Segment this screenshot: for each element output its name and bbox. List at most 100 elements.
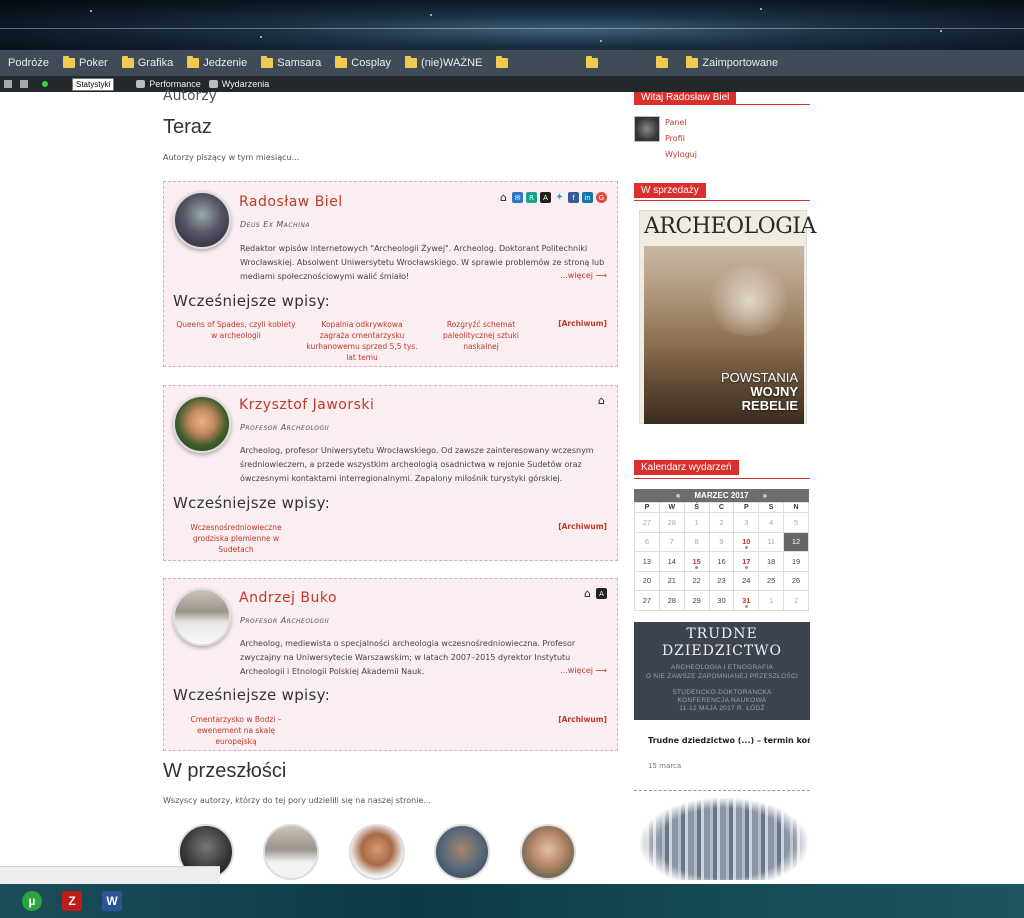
folder-icon	[261, 56, 274, 68]
bookmark-samsara[interactable]: Samsara	[261, 56, 321, 69]
calendar-day: 28	[658, 512, 685, 533]
events-button[interactable]: Wydarzenia	[208, 79, 269, 89]
calendar-widget-title: Kalendarz wydarzeń	[634, 460, 739, 475]
calendar-day: 6	[634, 531, 660, 552]
calendar-day: 13	[634, 551, 660, 572]
magazine-image: POWSTANIA WOJNY REBELIE	[644, 246, 804, 424]
calendar-day: 24	[733, 570, 760, 591]
past-author-avatar[interactable]	[349, 824, 405, 880]
post-link[interactable]: Rozgryźć schemat paleolitycznej sztuki n…	[426, 319, 536, 352]
researchgate-icon[interactable]: R	[526, 192, 537, 203]
conference-banner[interactable]: TRUDNE DZIEDZICTWO ARCHEOLOGIA I ETNOGRAF…	[634, 622, 810, 720]
facebook-icon[interactable]: f	[568, 192, 579, 203]
twitter-icon[interactable]: ✦	[554, 192, 565, 203]
horizontal-scrollbar[interactable]	[0, 866, 220, 884]
home-icon[interactable]: ⌂	[498, 191, 509, 204]
calendar-day-header: Ś	[683, 502, 710, 513]
calendar-day[interactable]: 10	[733, 531, 760, 552]
calendar-day-header: P	[733, 502, 760, 513]
event-title-link[interactable]: Trudne dziedzictwo (...) – termin końcow…	[648, 736, 810, 745]
banner-title: TRUDNE DZIEDZICTWO	[661, 626, 783, 659]
bookmark-label: Poker	[78, 57, 108, 69]
post-link[interactable]: Queens of Spades, czyli kobiety w archeo…	[176, 319, 296, 341]
bookmark-hidden-1[interactable]	[496, 56, 512, 68]
bookmark-hidden-2[interactable]	[586, 56, 602, 68]
home-icon[interactable]: ⌂	[582, 587, 593, 600]
past-author-avatar[interactable]	[520, 824, 576, 880]
post-link[interactable]: Wczesnośredniowieczne grodziska plemienn…	[176, 522, 296, 555]
panel-link[interactable]: Panel	[665, 118, 687, 127]
filezilla-icon[interactable]: Z	[62, 891, 82, 911]
profile-link[interactable]: Profil	[665, 134, 685, 143]
calendar-day[interactable]: 17	[733, 551, 760, 572]
sculpture-image[interactable]	[640, 798, 808, 880]
bookmark-zaimportowane[interactable]: Zaimportowane	[686, 56, 778, 69]
banner-text: KONFERENCJA NAUKOWA	[677, 697, 767, 704]
bookmark-podroze[interactable]: Podróże	[0, 57, 49, 69]
avatar[interactable]	[173, 395, 231, 453]
social-icons: ⌂ A	[582, 587, 607, 600]
calendar-icon	[208, 80, 218, 88]
post-link[interactable]: Cmentarzysko w Bodzi – ewenement na skal…	[176, 714, 296, 747]
word-icon[interactable]: W	[102, 891, 122, 911]
calendar-day: 2	[783, 590, 809, 611]
user-avatar[interactable]	[634, 116, 660, 142]
more-link[interactable]: ...więcej ⟶	[560, 271, 607, 280]
desktop-wallpaper	[0, 0, 1024, 50]
calendar-day[interactable]: 15	[683, 551, 710, 572]
folder-icon	[62, 56, 75, 68]
magazine-cover[interactable]: ARCHEOLOGIA POWSTANIA WOJNY REBELIE	[639, 210, 816, 424]
home-icon[interactable]: ⌂	[596, 394, 607, 407]
author-card: Andrzej Buko Profesor Archeologii ⌂ A Ar…	[163, 578, 618, 751]
utorrent-icon[interactable]: µ	[22, 891, 42, 911]
bookmark-cosplay[interactable]: Cosplay	[335, 56, 391, 69]
googleplus-icon[interactable]: G	[596, 192, 607, 203]
logout-link[interactable]: Wyloguj	[665, 150, 697, 159]
past-author-avatar[interactable]	[434, 824, 490, 880]
bookmark-label: Jedzenie	[203, 57, 248, 69]
calendar-day: 9	[708, 531, 735, 552]
calendar-day: 16	[708, 551, 735, 572]
academia-icon[interactable]: A	[596, 588, 607, 599]
bookmark-grafika[interactable]: Grafika	[121, 56, 173, 69]
calendar-day: 14	[658, 551, 685, 572]
avatar[interactable]	[173, 588, 231, 646]
events-calendar: « MARZEC 2017 » PWŚCPSN 27 28 1 2 3 4 5 6 7 8 9 10 1…	[634, 489, 809, 611]
avatar[interactable]	[173, 191, 231, 249]
folder-icon	[335, 56, 348, 68]
bookmark-hidden-3[interactable]	[656, 56, 672, 68]
folder-icon	[656, 56, 669, 68]
archive-link[interactable]: [Archiwum]	[558, 715, 607, 724]
author-role: Profesor Archeologii	[240, 616, 330, 625]
performance-icon	[136, 80, 146, 88]
bookmark-jedzenie[interactable]: Jedzenie	[187, 56, 248, 69]
bookmark-niewazne[interactable]: (nie)WAŻNE	[405, 56, 482, 69]
mail-icon[interactable]: ✉	[512, 192, 523, 203]
archive-link[interactable]: [Archiwum]	[558, 522, 607, 531]
shield-icon[interactable]	[20, 80, 28, 88]
author-name[interactable]: Krzysztof Jaworski	[239, 397, 374, 413]
calendar-day: 4	[758, 512, 785, 533]
magazine-line: WOJNY	[750, 384, 798, 399]
stats-button[interactable]: Statystyki	[72, 77, 115, 91]
archive-link[interactable]: [Archiwum]	[558, 319, 607, 328]
calendar-day[interactable]: 31	[733, 590, 760, 611]
calendar-day: 21	[658, 570, 685, 591]
bookmark-poker[interactable]: Poker	[62, 56, 108, 69]
calendar-day: 27	[634, 512, 660, 533]
author-name[interactable]: Radosław Biel	[239, 194, 343, 210]
post-link[interactable]: Kopalnia odkrywkowa zagraża cmentarzysku…	[306, 319, 418, 363]
calendar-day: 2	[708, 512, 735, 533]
wordpress-icon[interactable]	[4, 80, 12, 88]
calendar-day: 7	[658, 531, 685, 552]
academia-icon[interactable]: A	[540, 192, 551, 203]
calendar-day-header: C	[708, 502, 735, 513]
past-author-avatar[interactable]	[263, 824, 319, 880]
calendar-prev-button[interactable]: «	[676, 491, 680, 500]
more-link[interactable]: ...więcej ⟶	[560, 666, 607, 675]
calendar-next-button[interactable]: »	[763, 491, 767, 500]
calendar-day: 22	[683, 570, 710, 591]
calendar-day: 28	[658, 590, 685, 611]
author-name[interactable]: Andrzej Buko	[239, 590, 337, 606]
linkedin-icon[interactable]: in	[582, 192, 593, 203]
